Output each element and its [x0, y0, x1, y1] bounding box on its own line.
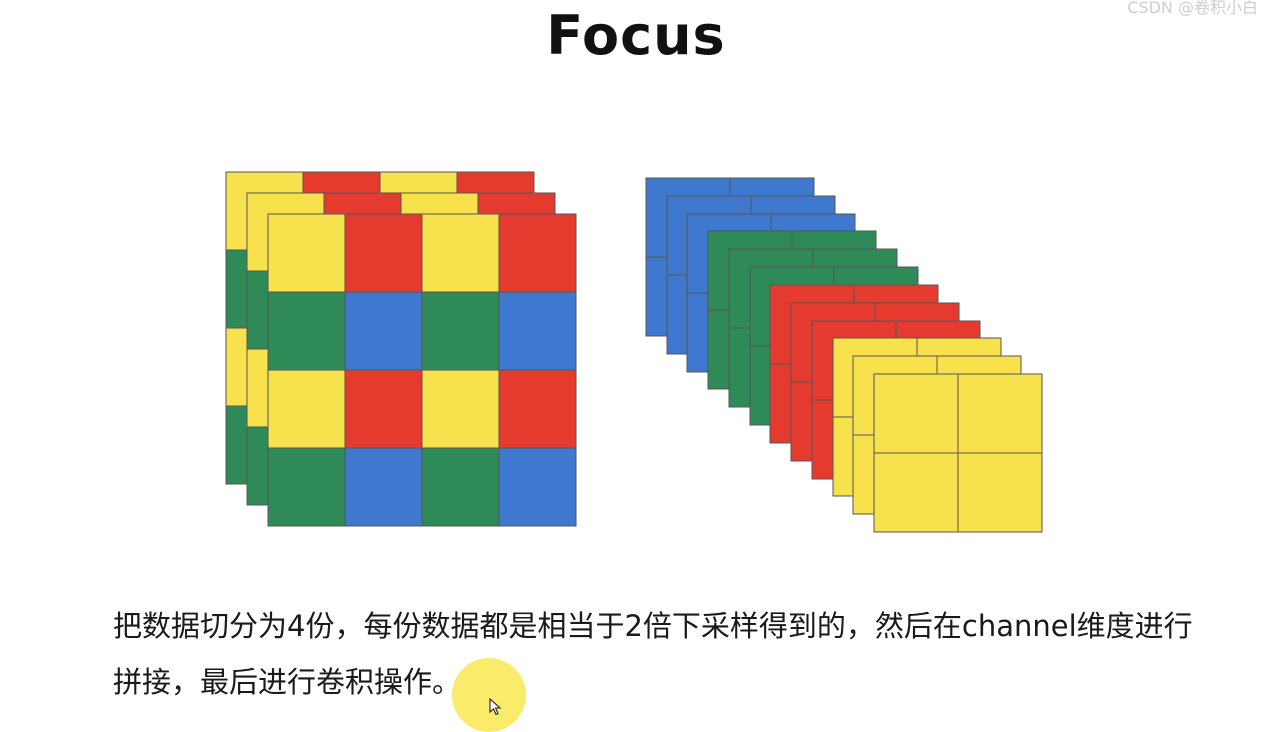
input-tensor-stack: [225, 171, 577, 527]
watermark: CSDN @卷积小白: [1127, 0, 1258, 17]
output-cell: [873, 373, 959, 454]
cursor-highlight: [452, 658, 526, 732]
output-tensor-stack: [645, 177, 1043, 533]
output-slice: [873, 373, 1043, 533]
output-cell: [873, 452, 959, 533]
caption-line-2: 拼接，最后进行卷积操作。: [113, 665, 462, 699]
input-cell: [498, 213, 577, 293]
input-cell: [344, 291, 423, 371]
input-cell: [267, 447, 346, 527]
caption: 把数据切分为4份，每份数据都是相当于2倍下采样得到的，然后在channel维度进…: [113, 598, 1263, 710]
input-cell: [267, 291, 346, 371]
caption-line-1: 把数据切分为4份，每份数据都是相当于2倍下采样得到的，然后在channel维度进…: [113, 609, 1193, 643]
output-cell: [957, 373, 1043, 454]
mouse-pointer-icon: [489, 698, 502, 716]
input-layer: [267, 213, 577, 527]
focus-diagram: [225, 171, 1043, 533]
input-cell: [344, 369, 423, 449]
input-cell: [267, 213, 346, 293]
input-cell: [344, 213, 423, 293]
input-cell: [421, 291, 500, 371]
output-cell: [957, 452, 1043, 533]
input-cell: [421, 369, 500, 449]
input-cell: [421, 447, 500, 527]
input-cell: [421, 213, 500, 293]
input-cell: [498, 369, 577, 449]
input-cell: [267, 369, 346, 449]
input-cell: [498, 447, 577, 527]
input-cell: [344, 447, 423, 527]
input-cell: [498, 291, 577, 371]
